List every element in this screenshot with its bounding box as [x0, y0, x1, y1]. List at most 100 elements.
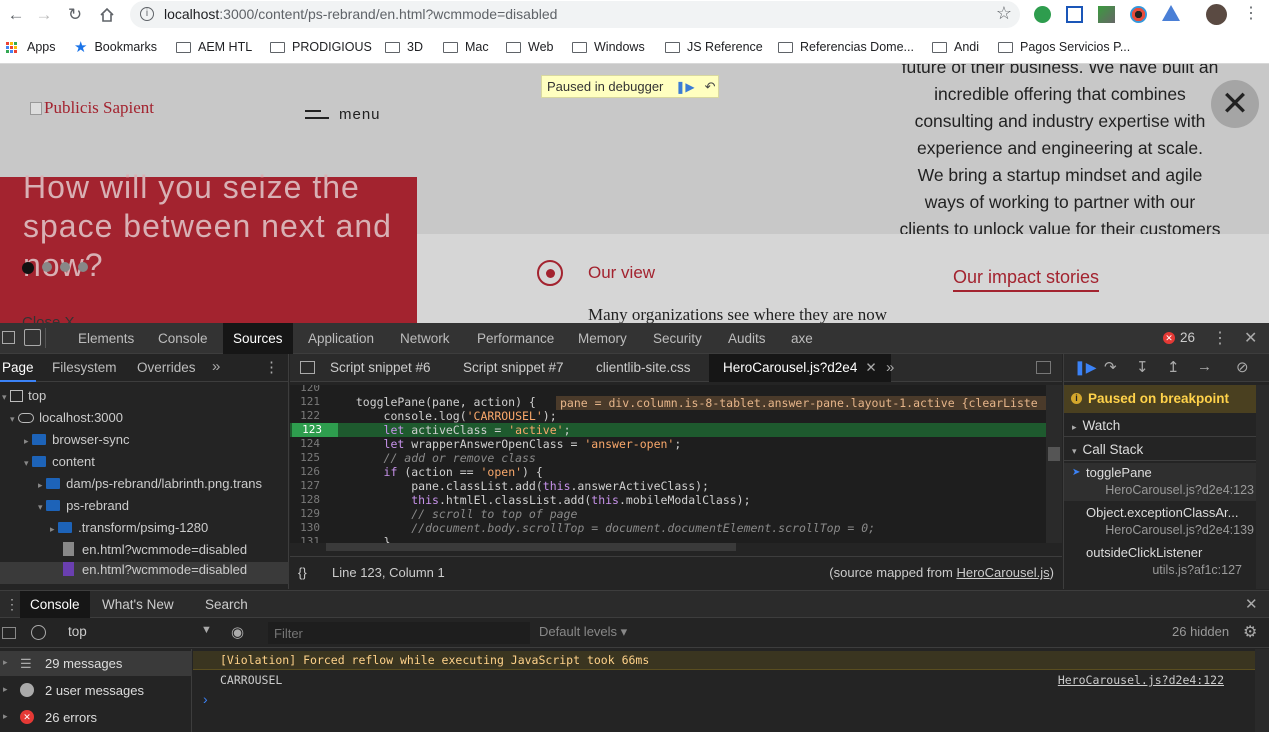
carousel-dot[interactable]: [22, 262, 34, 274]
step-out-icon[interactable]: ↥: [1167, 358, 1180, 376]
drawer-menu-icon[interactable]: ⋮: [5, 596, 19, 613]
line-number[interactable]: 129: [292, 507, 320, 521]
extension-grid-icon[interactable]: [1066, 6, 1083, 23]
code-line[interactable]: 126 if (action == 'open') {: [290, 465, 1050, 479]
watch-section[interactable]: ▸ Watch: [1064, 415, 1256, 437]
code-editor[interactable]: 120 121 togglePane(pane, action) {122 con…: [290, 385, 1050, 543]
line-number[interactable]: 120: [292, 385, 320, 395]
console-sidebar-toggle-icon[interactable]: [2, 627, 16, 639]
impact-stories-link[interactable]: Our impact stories: [953, 267, 1100, 292]
close-tab-icon[interactable]: ✕: [865, 360, 876, 375]
editor-tab-active[interactable]: HeroCarousel.js?d2e4 ✕: [709, 354, 891, 382]
clear-console-icon[interactable]: [31, 625, 46, 640]
code-line[interactable]: 120: [290, 385, 1050, 395]
sidebar-item-user-messages[interactable]: ▸ 2 user messages: [0, 678, 192, 703]
bookmark-bookmarks[interactable]: ★ Bookmarks: [74, 38, 157, 56]
call-stack-section[interactable]: ▾ Call Stack: [1064, 439, 1256, 461]
line-number[interactable]: 121: [292, 395, 320, 409]
line-number[interactable]: 124: [292, 437, 320, 451]
bookmark-pagos[interactable]: Pagos Servicios P...: [998, 38, 1130, 56]
console-scrollbar[interactable]: [1255, 649, 1269, 732]
nav-tab-filesystem[interactable]: Filesystem: [52, 354, 117, 382]
star-icon[interactable]: ☆: [996, 3, 1012, 24]
tree-item-transform[interactable]: ▸ .transform/psimg-1280: [50, 520, 208, 535]
line-number[interactable]: 126: [292, 465, 320, 479]
more-tabs-icon[interactable]: »: [212, 358, 220, 375]
bookmark-referencias[interactable]: Referencias Dome...: [778, 38, 914, 56]
editor-scrollbar[interactable]: [1046, 385, 1062, 543]
carousel-dot[interactable]: [60, 262, 70, 272]
code-line[interactable]: 131 }: [290, 535, 1050, 543]
console-filter-input[interactable]: [268, 622, 530, 644]
code-line[interactable]: 127 pane.classList.add(this.answerActive…: [290, 479, 1050, 493]
inspect-icon[interactable]: [2, 331, 15, 344]
info-icon[interactable]: i: [140, 7, 154, 21]
toggle-debugger-icon[interactable]: [1036, 361, 1051, 374]
sidebar-item-errors[interactable]: ▸ ✕ 26 errors: [0, 705, 192, 730]
tab-application[interactable]: Application: [298, 323, 384, 354]
line-number[interactable]: 131: [292, 535, 320, 543]
log-levels-select[interactable]: Default levels ▾: [539, 624, 627, 640]
devtools-menu-icon[interactable]: ⋮: [1212, 328, 1228, 348]
extension-drive-icon[interactable]: [1162, 5, 1180, 21]
reload-icon[interactable]: ↻: [64, 4, 86, 26]
error-count[interactable]: 26: [1180, 330, 1195, 345]
device-toolbar-icon[interactable]: [24, 329, 41, 346]
logo[interactable]: Publicis Sapient: [30, 98, 154, 118]
home-icon[interactable]: [96, 4, 118, 26]
bookmark-apps[interactable]: Apps: [6, 38, 56, 56]
sidebar-scrollbar[interactable]: [1256, 385, 1269, 589]
tab-security[interactable]: Security: [643, 323, 712, 354]
kebab-menu-icon[interactable]: ⋮: [1243, 3, 1259, 23]
bookmark-prodigious[interactable]: PRODIGIOUS: [270, 38, 372, 56]
line-number[interactable]: 130: [292, 521, 320, 535]
line-number[interactable]: 128: [292, 493, 320, 507]
more-editor-tabs-icon[interactable]: »: [886, 359, 894, 376]
code-line[interactable]: 130 //document.body.scrollTop = document…: [290, 521, 1050, 535]
eye-icon[interactable]: ◉: [231, 623, 244, 641]
our-view-label[interactable]: Our view: [588, 263, 655, 283]
call-frame[interactable]: Object.exceptionClassAr... HeroCarousel.…: [1064, 503, 1256, 541]
source-mapped-link[interactable]: HeroCarousel.js: [956, 565, 1049, 580]
tab-sources[interactable]: Sources: [223, 323, 293, 354]
tab-elements[interactable]: Elements: [68, 323, 144, 354]
sidebar-item-messages[interactable]: ▸ ☰ 29 messages: [0, 651, 192, 676]
log-source-link[interactable]: HeroCarousel.js?d2e4:122: [1058, 673, 1224, 687]
avatar[interactable]: [1206, 4, 1227, 25]
deactivate-breakpoints-icon[interactable]: ⊘: [1236, 358, 1249, 376]
carousel-dot[interactable]: [42, 262, 52, 272]
bookmark-aem-htl[interactable]: AEM HTL: [176, 38, 252, 56]
tab-console[interactable]: Console: [148, 323, 218, 354]
tab-network[interactable]: Network: [390, 323, 460, 354]
resume-icon[interactable]: ❚▶: [675, 80, 694, 94]
tree-item-top[interactable]: ▾ top: [2, 388, 46, 403]
bookmark-web[interactable]: Web: [506, 38, 553, 56]
tree-item-content[interactable]: ▾ content: [24, 454, 95, 469]
resume-icon[interactable]: ❚▶: [1074, 359, 1097, 376]
pretty-print-icon[interactable]: {}: [298, 565, 307, 580]
call-frame-selected[interactable]: ➤ togglePane HeroCarousel.js?d2e4:123: [1064, 463, 1256, 501]
editor-tab[interactable]: Script snippet #6: [330, 354, 431, 382]
breakpoint-marker[interactable]: 123: [292, 423, 338, 437]
forward-icon[interactable]: →: [33, 4, 55, 26]
console-settings-gear-icon[interactable]: ⚙: [1243, 622, 1257, 642]
menu-button[interactable]: menu: [305, 106, 381, 123]
tree-item-localhost[interactable]: ▾ localhost:3000: [10, 410, 123, 425]
tab-audits[interactable]: Audits: [718, 323, 776, 354]
step-over-icon[interactable]: ↶: [705, 79, 716, 95]
bookmark-windows[interactable]: Windows: [572, 38, 645, 56]
extension-refresh-icon[interactable]: [1034, 6, 1051, 23]
tab-axe[interactable]: axe: [781, 323, 823, 354]
code-line[interactable]: 124 let wrapperAnswerOpenClass = 'answer…: [290, 437, 1050, 451]
tree-item-browser-sync[interactable]: ▸ browser-sync: [24, 432, 129, 447]
toggle-navigator-icon[interactable]: [300, 361, 315, 374]
tree-item-en-html[interactable]: en.html?wcmmode=disabled: [63, 542, 247, 557]
bookmark-mac[interactable]: Mac: [443, 38, 489, 56]
chevron-down-icon[interactable]: ▼: [201, 624, 212, 636]
step-into-icon[interactable]: ↧: [1136, 358, 1149, 376]
code-line[interactable]: 123 let activeClass = 'active';: [290, 423, 1050, 437]
line-number[interactable]: 122: [292, 409, 320, 423]
line-number[interactable]: 125: [292, 451, 320, 465]
bookmark-andi[interactable]: Andi: [932, 38, 979, 56]
tree-item-en-html-selected[interactable]: en.html?wcmmode=disabled: [0, 562, 289, 584]
